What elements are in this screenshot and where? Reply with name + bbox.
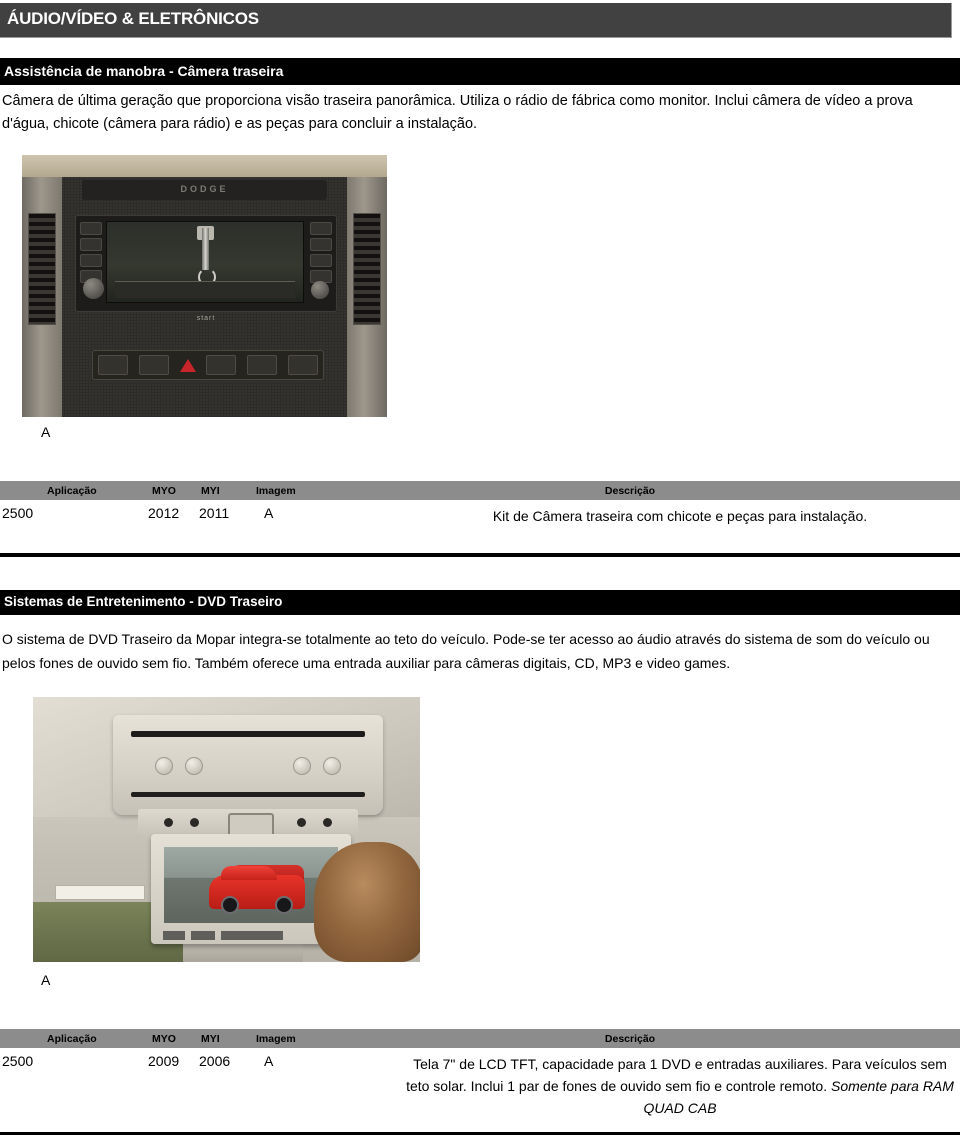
dashboard-switch-strip — [92, 350, 324, 380]
dvd-lower-trim — [131, 792, 365, 797]
cell-imagem: A — [264, 1053, 274, 1069]
column-header-myi: MYI — [201, 485, 220, 497]
cell-descricao-text: Kit de Câmera traseira com chicote e peç… — [492, 508, 868, 524]
truck-bumper — [115, 281, 295, 298]
radio-button-icon — [80, 254, 102, 267]
race-car-icon — [209, 866, 305, 914]
air-vent-right-icon — [353, 213, 381, 325]
category-banner: ÁUDIO/VÍDEO & ELETRÔNICOS — [0, 3, 952, 38]
radio-left-buttons — [80, 222, 104, 302]
column-header-myi: MYI — [201, 1033, 220, 1045]
dvd-disc-slot — [131, 731, 365, 737]
cell-myi: 2011 — [199, 505, 230, 521]
column-header-myo: MYO — [152, 485, 176, 497]
dashboard-switch-icon — [138, 355, 169, 375]
section-header-rear-camera: Assistência de manobra - Câmera traseira — [0, 58, 960, 85]
section-header-rear-dvd: Sistemas de Entretenimento - DVD Traseir… — [0, 590, 960, 615]
cell-aplicacao: 2500 — [2, 1053, 34, 1069]
dashboard-switch-icon — [98, 355, 129, 375]
dvd-speaker-hole-icon — [190, 818, 199, 827]
column-header-imagem: Imagem — [256, 1033, 296, 1045]
radio-right-buttons — [310, 222, 332, 302]
spec-table-rear-camera: Aplicação MYO MYI Imagem Descrição 2500 … — [0, 481, 960, 530]
radio-volume-knob-icon — [83, 278, 104, 299]
air-vent-left-icon — [28, 213, 56, 325]
cell-myo: 2009 — [148, 1053, 180, 1069]
cell-descricao: Tela 7" de LCD TFT, capacidade para 1 DV… — [400, 1053, 960, 1119]
column-header-descricao: Descrição — [604, 1033, 656, 1045]
cell-aplicacao: 2500 — [2, 505, 34, 521]
dashboard-switch-icon — [206, 355, 237, 375]
dashboard-switch-icon — [246, 355, 277, 375]
dashboard-brand-text: DODGE — [180, 184, 229, 194]
category-title: ÁUDIO/VÍDEO & ELETRÔNICOS — [7, 9, 259, 28]
passenger-head — [314, 842, 420, 962]
dvd-speaker-hole-icon — [297, 818, 306, 827]
radio-button-icon — [80, 238, 102, 251]
car-wheel-icon — [275, 896, 293, 914]
dvd-control-knob-icon — [293, 757, 311, 775]
page-bottom-rule — [0, 1132, 960, 1135]
column-header-myo: MYO — [152, 1033, 176, 1045]
section-title: Assistência de manobra - Câmera traseira — [4, 63, 284, 79]
section-title: Sistemas de Entretenimento - DVD Traseir… — [4, 594, 283, 609]
product-photo-rear-camera-dashboard: DODGE start — [22, 155, 387, 417]
dashboard-switch-icon — [287, 355, 318, 375]
column-header-aplicacao: Aplicação — [47, 485, 97, 497]
dvd-screen-hinge — [138, 809, 358, 837]
section-divider-rule — [0, 553, 960, 557]
table-row: 2500 2009 2006 A Tela 7" de LCD TFT, cap… — [0, 1048, 960, 1116]
trailer-hitch-pole — [202, 228, 209, 270]
factory-radio-unit: start — [75, 215, 337, 322]
radio-button-icon — [80, 222, 102, 235]
column-header-imagem: Imagem — [256, 485, 296, 497]
photo-caption-rear-dvd: A — [41, 972, 51, 988]
cell-descricao: Kit de Câmera traseira com chicote e peç… — [400, 505, 960, 527]
cell-imagem: A — [264, 505, 274, 521]
table-header-row: Aplicação MYO MYI Imagem Descrição — [0, 481, 960, 500]
dvd-control-knob-icon — [185, 757, 203, 775]
column-header-aplicacao: Aplicação — [47, 1033, 97, 1045]
product-photo-overhead-dvd — [33, 697, 420, 962]
dvd-control-knob-icon — [155, 757, 173, 775]
dvd-control-knob-icon — [323, 757, 341, 775]
dashboard-brand-plate: DODGE — [82, 180, 327, 200]
cell-myo: 2012 — [148, 505, 180, 521]
dvd-speaker-hole-icon — [323, 818, 332, 827]
radio-brand-text: start — [196, 315, 216, 322]
column-header-descricao: Descrição — [604, 485, 656, 497]
table-row: 2500 2012 2011 A Kit de Câmera traseira … — [0, 500, 960, 530]
hazard-triangle-icon — [179, 358, 196, 372]
radio-button-icon — [310, 238, 332, 251]
radio-display-rear-camera-view — [106, 221, 304, 303]
section-description-rear-dvd: O sistema de DVD Traseiro da Mopar integ… — [2, 631, 930, 671]
radio-button-icon — [310, 254, 332, 267]
section-description-rear-camera: Câmera de última geração que proporciona… — [2, 93, 913, 132]
dvd-screen-display — [164, 847, 338, 923]
dvd-speaker-hole-icon — [164, 818, 173, 827]
dvd-format-logos-icon — [163, 931, 283, 940]
dashboard-top-trim — [22, 155, 387, 177]
radio-button-icon — [310, 222, 332, 235]
car-wheel-icon — [221, 896, 239, 914]
spec-table-rear-dvd: Aplicação MYO MYI Imagem Descrição 2500 … — [0, 1029, 960, 1116]
headliner-label-left — [55, 885, 145, 900]
radio-power-knob-icon — [311, 281, 329, 299]
overhead-dvd-unit — [113, 715, 383, 815]
table-header-row: Aplicação MYO MYI Imagem Descrição — [0, 1029, 960, 1048]
cell-myi: 2006 — [199, 1053, 231, 1069]
photo-caption-rear-camera: A — [41, 424, 51, 440]
